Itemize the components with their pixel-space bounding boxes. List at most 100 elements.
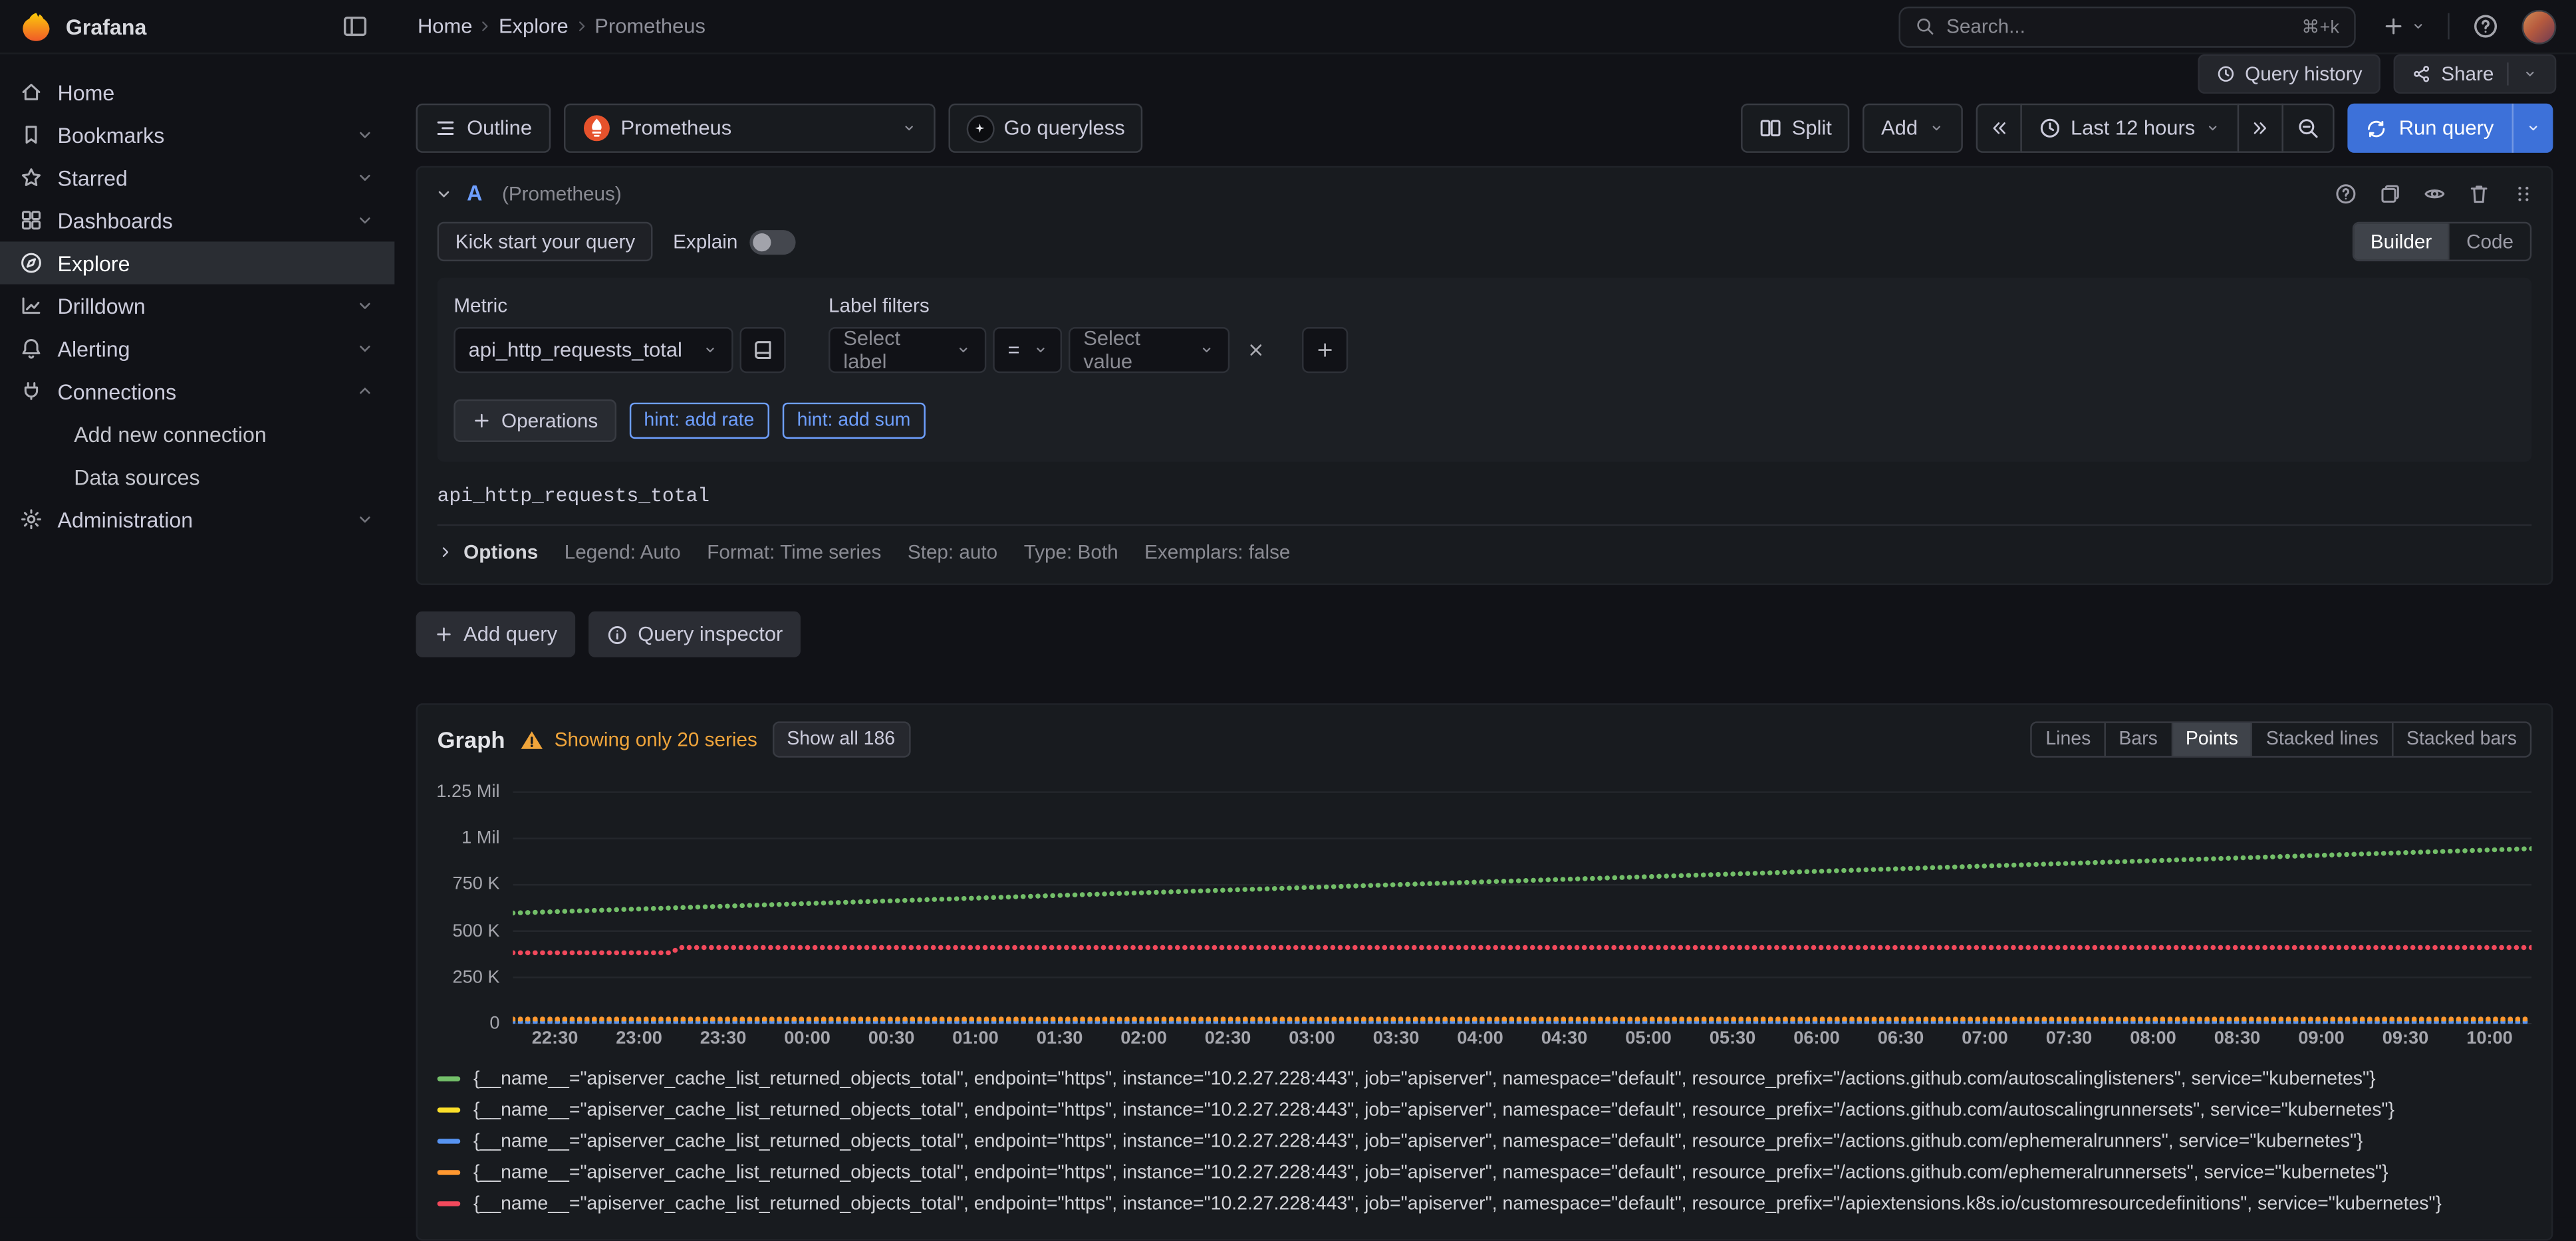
help-button[interactable] <box>2466 7 2505 46</box>
hint-add-sum-chip[interactable]: hint: add sum <box>782 403 925 439</box>
x-axis-label: 01:30 <box>1037 1029 1083 1049</box>
legend-item[interactable]: {__name__="apiserver_cache_list_returned… <box>438 1095 2532 1126</box>
style-stacked-bars-option[interactable]: Stacked bars <box>2392 723 2530 756</box>
go-queryless-button[interactable]: Go queryless <box>948 104 1143 153</box>
option-step: Step: auto <box>908 540 997 564</box>
plus-icon <box>472 411 492 431</box>
new-menu-button[interactable] <box>2375 7 2431 46</box>
sidebar-item-drilldown[interactable]: Drilldown <box>0 284 394 327</box>
grafana-logo-icon[interactable] <box>20 10 53 43</box>
plus-icon <box>1315 340 1335 360</box>
run-query-button[interactable]: Run query <box>2348 104 2553 153</box>
add-query-button[interactable]: Add query <box>416 612 575 657</box>
datasource-picker[interactable]: Prometheus <box>563 104 935 153</box>
x-axis-label: 05:00 <box>1625 1029 1672 1049</box>
collapse-query-chevron-icon[interactable] <box>434 183 454 203</box>
user-avatar[interactable] <box>2521 9 2556 44</box>
style-lines-option[interactable]: Lines <box>2033 723 2105 756</box>
style-points-option[interactable]: Points <box>2171 723 2252 756</box>
time-shift-back-button[interactable] <box>1976 104 2021 153</box>
history-icon <box>2216 64 2236 84</box>
chevron-down-icon[interactable] <box>355 125 375 145</box>
remove-filter-button[interactable] <box>1236 327 1275 373</box>
show-all-series-button[interactable]: Show all 186 <box>772 721 910 757</box>
legend-item[interactable]: {__name__="apiserver_cache_list_returned… <box>438 1064 2532 1095</box>
page-actions-bar: Query history Share <box>394 55 2576 94</box>
hint-add-rate-chip[interactable]: hint: add rate <box>629 403 769 439</box>
run-query-options-caret[interactable] <box>2512 104 2553 153</box>
graph-plot-area[interactable] <box>513 777 2531 1024</box>
chevron-down-icon <box>955 342 971 358</box>
legend-item[interactable]: {__name__="apiserver_cache_list_returned… <box>438 1188 2532 1219</box>
share-button[interactable]: Share <box>2394 55 2557 94</box>
query-history-button[interactable]: Query history <box>2197 55 2380 94</box>
time-range-picker[interactable]: Last 12 hours <box>2019 104 2240 153</box>
add-query-label: Add query <box>463 623 557 646</box>
datasource-name: Prometheus <box>621 117 732 140</box>
x-axis-label: 23:00 <box>616 1029 662 1049</box>
y-axis-label: 250 K <box>452 968 499 988</box>
mode-builder-option[interactable]: Builder <box>2354 223 2448 259</box>
sidebar-item-starred[interactable]: Starred <box>0 156 394 199</box>
sidebar-item-dashboards[interactable]: Dashboards <box>0 199 394 241</box>
metrics-browser-button[interactable] <box>740 327 786 373</box>
drag-handle-grip-icon[interactable] <box>2512 181 2535 205</box>
style-stacked-lines-option[interactable]: Stacked lines <box>2252 723 2392 756</box>
legend-item[interactable]: {__name__="apiserver_cache_list_returned… <box>438 1125 2532 1157</box>
chevron-down-icon[interactable] <box>355 509 375 529</box>
chevron-down-icon[interactable] <box>2521 66 2538 82</box>
outline-button[interactable]: Outline <box>416 104 550 153</box>
plus-icon <box>434 624 454 644</box>
sidebar-toggle-button[interactable] <box>335 7 374 46</box>
datasource-help-icon[interactable] <box>2335 181 2358 205</box>
chevron-down-icon[interactable] <box>355 296 375 316</box>
add-dropdown-button[interactable]: Add <box>1863 104 1962 153</box>
kick-start-label: Kick start your query <box>455 230 635 253</box>
explore-toolbar: Outline Prometheus Go queryless <box>394 94 2576 166</box>
sidebar-item-data-sources[interactable]: Data sources <box>0 455 394 498</box>
legend-item[interactable]: {__name__="apiserver_cache_list_returned… <box>438 1157 2532 1188</box>
x-axis-label: 02:30 <box>1205 1029 1251 1049</box>
metric-select[interactable]: api_http_requests_total <box>453 327 733 373</box>
style-bars-option[interactable]: Bars <box>2104 723 2171 756</box>
option-exemplars: Exemplars: false <box>1144 540 1290 564</box>
options-label: Options <box>463 540 538 564</box>
sidebar-item-bookmarks[interactable]: Bookmarks <box>0 114 394 156</box>
search-input[interactable] <box>1946 15 2290 38</box>
operations-button[interactable]: Operations <box>453 399 616 442</box>
split-button[interactable]: Split <box>1741 104 1850 153</box>
explain-toggle[interactable] <box>749 229 795 254</box>
add-filter-button[interactable] <box>1302 327 1348 373</box>
sidebar-item-administration[interactable]: Administration <box>0 498 394 540</box>
query-ref-id[interactable]: A <box>467 181 482 205</box>
value-select-placeholder: Select value <box>1083 327 1185 373</box>
value-select[interactable]: Select value <box>1069 327 1229 373</box>
breadcrumb-explore[interactable]: Explore <box>499 15 569 38</box>
chevron-down-icon[interactable] <box>355 338 375 358</box>
mode-code-option[interactable]: Code <box>2448 223 2530 259</box>
drilldown-icon <box>20 294 43 318</box>
sidebar-item-add-new-connection[interactable]: Add new connection <box>0 413 394 455</box>
time-shift-forward-button[interactable] <box>2238 104 2283 153</box>
kick-start-query-button[interactable]: Kick start your query <box>438 222 654 261</box>
x-axis-label: 02:00 <box>1120 1029 1167 1049</box>
label-select[interactable]: Select label <box>829 327 986 373</box>
breadcrumb-home[interactable]: Home <box>418 15 472 38</box>
chevron-up-icon[interactable] <box>355 382 375 401</box>
sidebar-item-explore[interactable]: Explore <box>0 241 394 284</box>
remove-query-trash-icon[interactable] <box>2468 181 2491 205</box>
options-toggle[interactable]: Options <box>438 540 539 564</box>
zoom-out-button[interactable] <box>2282 104 2335 153</box>
query-inspector-button[interactable]: Query inspector <box>588 612 801 657</box>
duplicate-query-icon[interactable] <box>2379 181 2402 205</box>
toggle-visibility-eye-icon[interactable] <box>2423 181 2446 205</box>
sidebar-item-home[interactable]: Home <box>0 70 394 113</box>
outline-list-icon <box>434 117 457 140</box>
search-input-box[interactable]: ⌘+k <box>1898 6 2355 47</box>
chevron-down-icon[interactable] <box>355 210 375 230</box>
sidebar-item-alerting[interactable]: Alerting <box>0 327 394 370</box>
sidebar-item-connections[interactable]: Connections <box>0 370 394 412</box>
operator-select[interactable]: = <box>993 327 1062 373</box>
chevron-down-icon[interactable] <box>355 168 375 187</box>
prometheus-icon <box>581 114 611 144</box>
